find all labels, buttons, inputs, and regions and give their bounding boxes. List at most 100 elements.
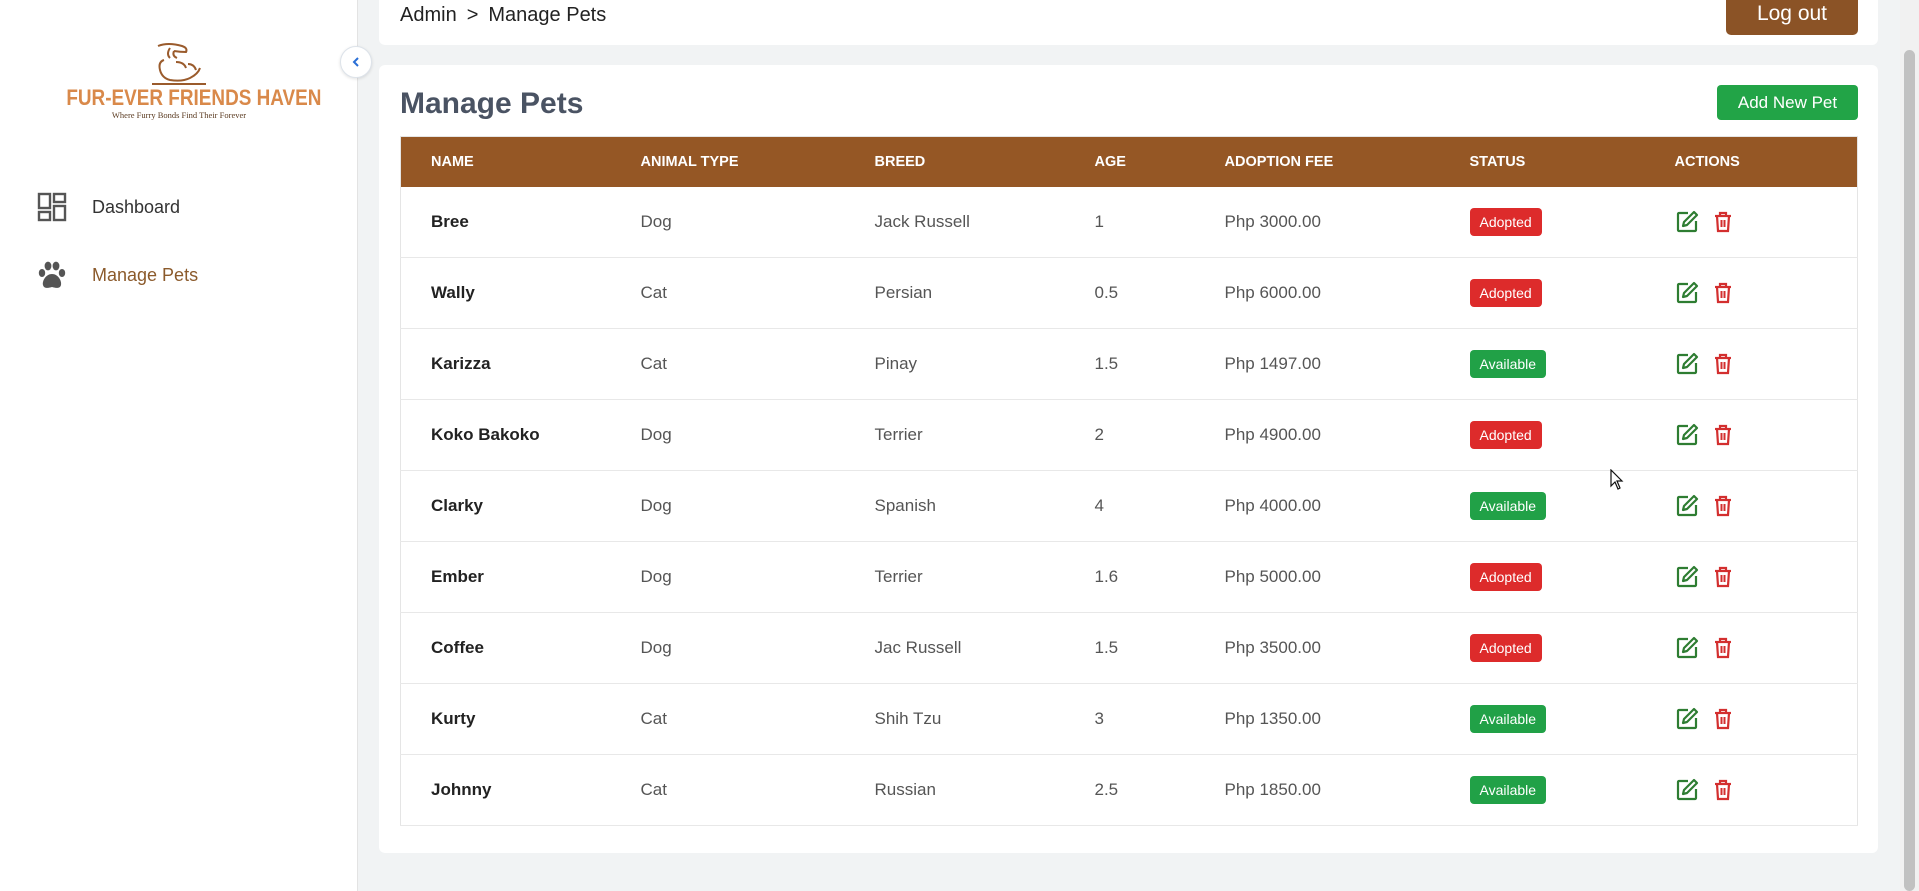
- breed-cell: Terrier: [874, 425, 923, 444]
- pets-table: NAME ANIMAL TYPE BREED AGE ADOPTION FEE …: [400, 136, 1858, 826]
- adoption-fee-cell: Php 3000.00: [1224, 211, 1321, 231]
- pet-name-cell: Bree: [431, 211, 469, 231]
- delete-icon[interactable]: [1711, 423, 1735, 447]
- edit-icon[interactable]: [1675, 210, 1699, 234]
- status-badge: Adopted: [1469, 421, 1542, 449]
- actions-cell: [1675, 329, 1858, 400]
- adoption-fee-cell: Php 1350.00: [1224, 709, 1321, 728]
- table-row: Koko Bakoko Dog Terrier 2 Php 4900.00 Ad…: [400, 400, 1858, 471]
- status-badge: Available: [1469, 705, 1547, 733]
- actions-cell: [1675, 471, 1858, 542]
- status-cell: Available: [1469, 329, 1675, 400]
- breed-cell: Jack Russell: [874, 211, 970, 231]
- delete-icon[interactable]: [1711, 494, 1735, 518]
- table-row: Kurty Cat Shih Tzu 3 Php 1350.00 Availab…: [400, 684, 1858, 755]
- age-cell: 1.6: [1094, 567, 1119, 586]
- delete-icon[interactable]: [1711, 281, 1735, 305]
- table-row: Wally Cat Persian 0.5 Php 6000.00 Adopte…: [400, 258, 1858, 329]
- status-badge: Adopted: [1469, 207, 1542, 236]
- pet-name-cell: Wally: [431, 283, 475, 302]
- pet-name-cell: Clarky: [431, 496, 483, 515]
- adoption-fee-cell: Php 6000.00: [1224, 283, 1321, 302]
- age-cell: 2: [1094, 425, 1104, 444]
- edit-icon[interactable]: [1675, 636, 1699, 660]
- animal-type-cell: Cat: [640, 709, 667, 728]
- actions-cell: [1675, 400, 1858, 471]
- breadcrumb: Admin > Manage Pets: [400, 4, 606, 27]
- pet-name-cell: Johnny: [431, 780, 492, 799]
- adoption-fee-cell: Php 4000.00: [1224, 496, 1321, 515]
- actions-cell: [1675, 755, 1858, 826]
- edit-icon[interactable]: [1675, 423, 1699, 447]
- age-cell: 2.5: [1094, 780, 1119, 799]
- age-cell: 1: [1094, 211, 1104, 231]
- delete-icon[interactable]: [1711, 636, 1735, 660]
- breadcrumb-admin[interactable]: Admin: [400, 4, 457, 27]
- status-badge: Adopted: [1469, 634, 1542, 662]
- status-cell: Adopted: [1469, 613, 1675, 684]
- status-cell: Available: [1469, 684, 1675, 755]
- logout-button[interactable]: Log out: [1726, 0, 1858, 35]
- column-header-name: NAME: [431, 153, 474, 170]
- edit-icon[interactable]: [1675, 778, 1699, 802]
- column-header-age: AGE: [1094, 153, 1126, 170]
- edit-icon[interactable]: [1675, 565, 1699, 589]
- status-cell: Adopted: [1469, 542, 1675, 613]
- actions-cell: [1675, 542, 1858, 613]
- status-badge: Adopted: [1469, 279, 1542, 307]
- table-header-row: NAME ANIMAL TYPE BREED AGE ADOPTION FEE …: [400, 136, 1858, 187]
- breed-cell: Russian: [874, 780, 936, 799]
- edit-icon[interactable]: [1675, 494, 1699, 518]
- column-header-status: STATUS: [1469, 153, 1526, 170]
- edit-icon[interactable]: [1675, 707, 1699, 731]
- page-title: Manage Pets: [400, 87, 584, 120]
- status-badge: Available: [1469, 776, 1547, 804]
- status-cell: Adopted: [1469, 400, 1675, 471]
- table-row: Karizza Cat Pinay 1.5 Php 1497.00 Availa…: [400, 329, 1858, 400]
- breadcrumb-current: Manage Pets: [488, 4, 607, 26]
- table-row: Bree Dog Jack Russell 1 Php 3000.00 Adop…: [400, 187, 1858, 258]
- status-badge: Available: [1469, 350, 1547, 378]
- age-cell: 1.5: [1094, 354, 1119, 373]
- animal-type-cell: Dog: [640, 567, 672, 586]
- animal-type-cell: Dog: [640, 638, 672, 657]
- actions-cell: [1675, 613, 1858, 684]
- breed-cell: Terrier: [874, 567, 923, 586]
- top-bar: Admin > Manage Pets Log out: [379, 0, 1878, 45]
- sidebar-item-manage-pets[interactable]: Manage Pets: [36, 255, 198, 295]
- delete-icon[interactable]: [1711, 707, 1735, 731]
- adoption-fee-cell: Php 3500.00: [1224, 638, 1321, 657]
- pet-name-cell: Ember: [431, 567, 484, 586]
- delete-icon[interactable]: [1711, 565, 1735, 589]
- pet-name-cell: Kurty: [431, 709, 476, 728]
- sidebar-item-label: Dashboard: [92, 196, 181, 217]
- logo: FUR-EVER FRIENDS HAVEN Where Furry Bonds…: [66, 40, 322, 130]
- age-cell: 1.5: [1094, 638, 1119, 657]
- table-row: Coffee Dog Jac Russell 1.5 Php 3500.00 A…: [400, 613, 1858, 684]
- delete-icon[interactable]: [1711, 210, 1735, 234]
- actions-cell: [1675, 684, 1858, 755]
- scrollbar-thumb[interactable]: [1904, 50, 1915, 891]
- column-header-actions: ACTIONS: [1674, 153, 1740, 170]
- animal-type-cell: Cat: [640, 780, 667, 799]
- add-new-pet-button[interactable]: Add New Pet: [1717, 85, 1858, 120]
- animal-type-cell: Dog: [640, 425, 672, 444]
- age-cell: 4: [1094, 496, 1104, 515]
- manage-pets-card: Manage Pets Add New Pet NAME ANIMAL TYPE…: [379, 65, 1878, 853]
- delete-icon[interactable]: [1711, 352, 1735, 376]
- status-cell: Available: [1469, 755, 1675, 826]
- logo-title: FUR-EVER FRIENDS HAVEN: [66, 85, 322, 110]
- breadcrumb-separator: >: [466, 4, 479, 26]
- delete-icon[interactable]: [1711, 778, 1735, 802]
- sidebar-item-label: Manage Pets: [92, 264, 199, 285]
- page-scrollbar[interactable]: [1900, 0, 1919, 891]
- edit-icon[interactable]: [1675, 281, 1699, 305]
- actions-cell: [1675, 258, 1858, 329]
- status-cell: Adopted: [1469, 187, 1675, 258]
- status-badge: Adopted: [1469, 563, 1542, 591]
- actions-cell: [1675, 187, 1858, 258]
- sidebar-collapse-button[interactable]: [340, 46, 372, 78]
- edit-icon[interactable]: [1675, 352, 1699, 376]
- animal-type-cell: Dog: [640, 211, 672, 231]
- sidebar-item-dashboard[interactable]: Dashboard: [36, 187, 180, 227]
